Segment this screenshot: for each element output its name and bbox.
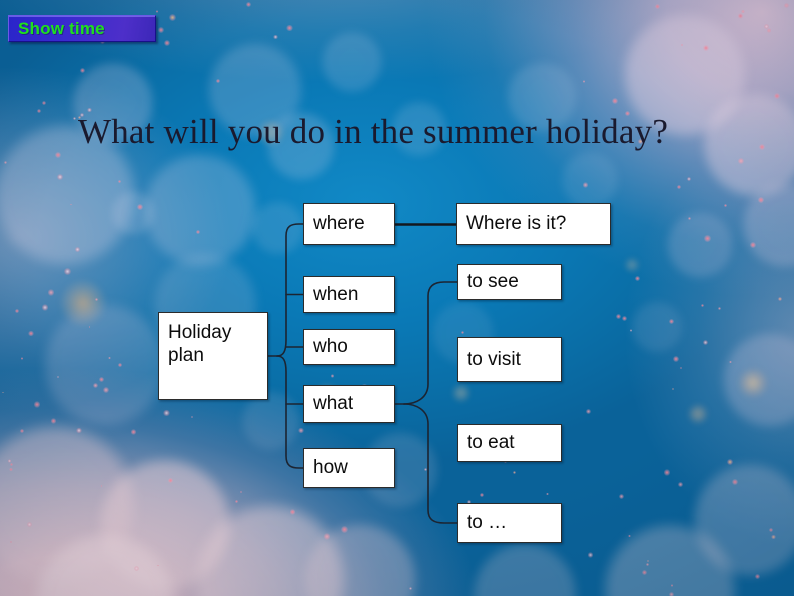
node-how-label: how	[313, 457, 348, 479]
holiday-plan-diagram: Holiday plan where when who what how Whe…	[0, 0, 794, 596]
node-who[interactable]: who	[303, 329, 395, 365]
node-who-label: who	[313, 336, 348, 358]
node-where-is-it[interactable]: Where is it?	[456, 203, 611, 245]
node-to-eat[interactable]: to eat	[457, 424, 562, 462]
slide-canvas: Show time What will you do in the summer…	[0, 0, 794, 596]
node-to-see[interactable]: to see	[457, 264, 562, 300]
node-holiday-plan-line2: plan	[168, 345, 204, 367]
node-how[interactable]: how	[303, 448, 395, 488]
node-what[interactable]: what	[303, 385, 395, 423]
node-to-visit-label: to visit	[467, 348, 521, 370]
node-where-label: where	[313, 213, 365, 235]
node-where[interactable]: where	[303, 203, 395, 245]
diagram-connectors	[267, 223, 458, 524]
node-to-eat-label: to eat	[467, 432, 515, 454]
node-to-visit[interactable]: to visit	[457, 337, 562, 382]
node-to-see-label: to see	[467, 271, 519, 293]
node-to-dots-label: to …	[467, 512, 508, 534]
node-to-dots[interactable]: to …	[457, 503, 562, 543]
node-holiday-plan-line1: Holiday	[168, 322, 232, 343]
node-when[interactable]: when	[303, 276, 395, 313]
node-what-label: what	[313, 393, 354, 415]
node-when-label: when	[313, 283, 359, 305]
node-holiday-plan[interactable]: Holiday plan	[158, 312, 268, 400]
node-where-is-it-label: Where is it?	[466, 213, 567, 235]
